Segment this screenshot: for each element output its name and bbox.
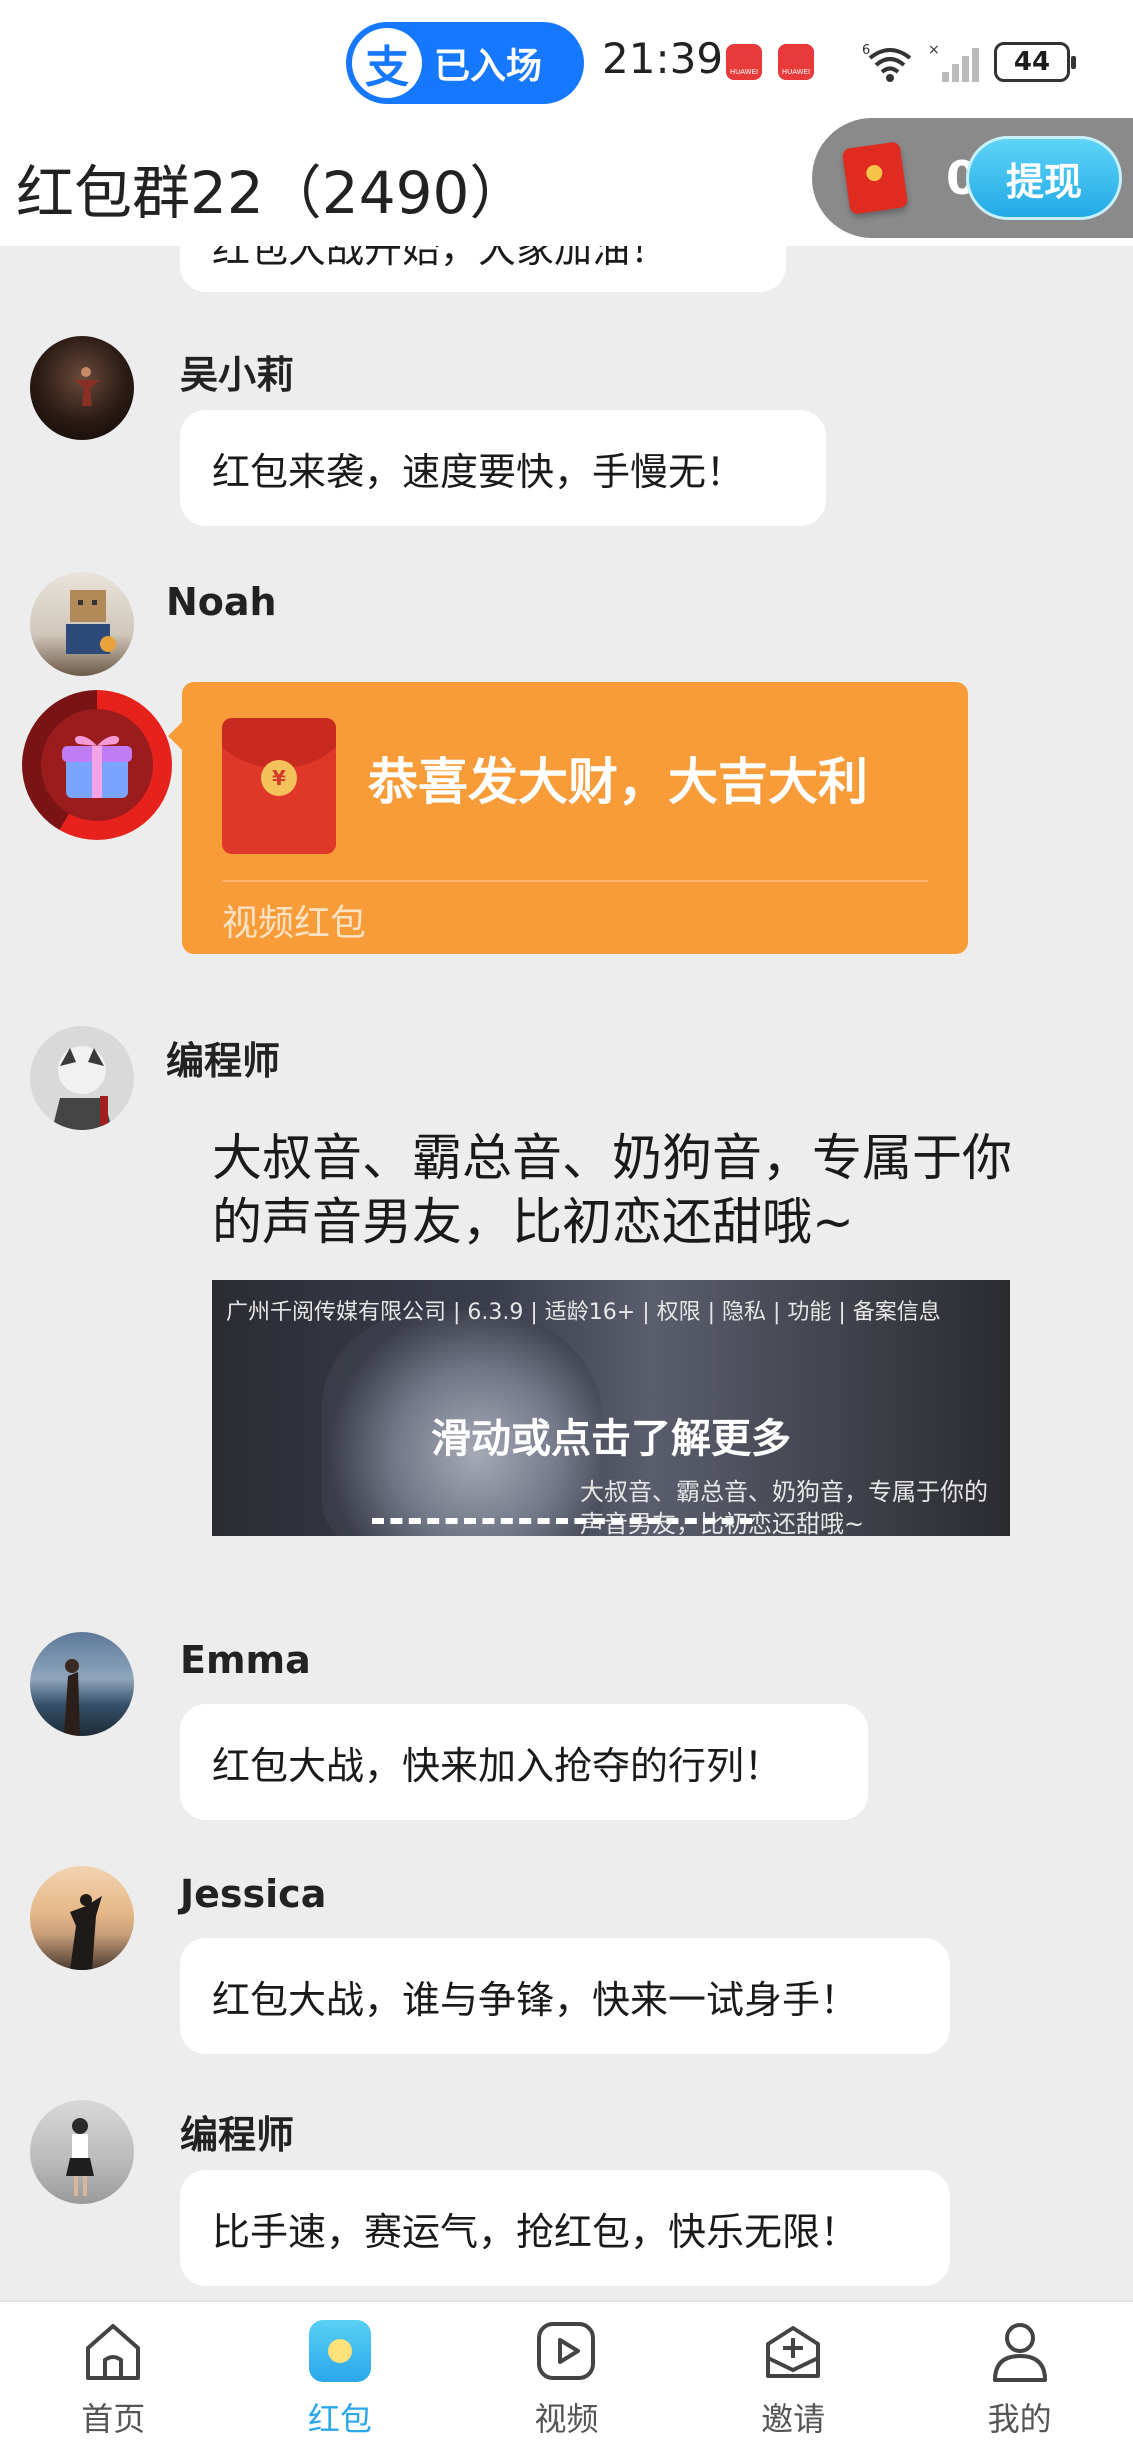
red-packet-type: 视频红包: [222, 903, 367, 944]
ad-cta[interactable]: 滑动或点击了解更多: [212, 1406, 1010, 1464]
avatar[interactable]: [30, 1866, 134, 1970]
chat-header: 红包群22（2490） 0 提现: [0, 118, 1133, 246]
system-icons: 6 × 44: [862, 38, 1076, 86]
sender-name: Noah: [166, 580, 277, 624]
sender-name: 吴小莉: [180, 353, 295, 397]
coin-icon: ¥: [261, 760, 297, 796]
message-bubble: 比手速，赛运气，抢红包，快乐无限！: [180, 2170, 950, 2286]
box-head-figure-icon: [66, 590, 116, 654]
sunset-silhouette-icon: [70, 1894, 102, 1970]
tab-label: 红包: [307, 2400, 372, 2438]
ad-headline[interactable]: 大叔音、霸总音、奶狗音，专属于你的声音男友，比初恋还甜哦~: [212, 1126, 1032, 1254]
red-packet-title: 恭喜发大财，大吉大利: [368, 753, 868, 811]
huawei-notification-icon: HUAWEI: [726, 44, 762, 80]
gift-box-avatar[interactable]: [22, 690, 172, 840]
red-packet-icon: [305, 2316, 375, 2386]
wallet-widget[interactable]: 0 提现: [812, 118, 1133, 238]
tab-invite[interactable]: 邀请: [680, 2302, 907, 2453]
message-text: 红包来袭，速度要快，手慢无！: [212, 449, 745, 494]
sender-name: 编程师: [180, 2113, 295, 2157]
tab-video[interactable]: 视频: [453, 2302, 680, 2453]
video-icon: [531, 2316, 601, 2386]
message-bubble: 红包来袭，速度要快，手慢无！: [180, 410, 826, 526]
sender-name: Emma: [180, 1638, 311, 1682]
tab-label: 我的: [987, 2400, 1052, 2438]
sender-name: 编程师: [166, 1039, 281, 1083]
home-icon: [78, 2316, 148, 2386]
swipe-indicator: [372, 1518, 752, 1524]
status-bar: 支 已入场 21:39 HUAWEI HUAWEI 6 × 44: [0, 0, 1133, 118]
huawei-notification-icon: HUAWEI: [778, 44, 814, 80]
svg-text:6: 6: [862, 43, 870, 58]
alipay-status-text: 已入场: [434, 46, 543, 87]
svg-text:×: ×: [928, 42, 940, 58]
message-text: 比手速，赛运气，抢红包，快乐无限！: [212, 2209, 859, 2254]
signal-icon: ×: [928, 42, 979, 82]
clock: 21:39: [602, 34, 724, 83]
bottom-tab-bar: 首页 红包 视频 邀请 我的: [0, 2300, 1133, 2453]
tab-home[interactable]: 首页: [0, 2302, 227, 2453]
group-title: 红包群22（2490）: [16, 159, 528, 227]
message-bubble: 红包大战，谁与争锋，快来一试身手！: [180, 1938, 950, 2054]
ad-publisher-info[interactable]: 广州千阅传媒有限公司 | 6.3.9 | 适龄16+ | 权限 | 隐私 | 功…: [226, 1294, 941, 1326]
gift-icon: [41, 709, 153, 821]
masked-character-icon: [52, 1046, 112, 1130]
person-figure-icon: [74, 367, 100, 406]
sender-name: Jessica: [180, 1872, 327, 1916]
tab-label: 首页: [81, 2400, 146, 2438]
withdraw-button[interactable]: 提现: [966, 136, 1122, 220]
chat-area[interactable]: 红包大战开始，大家加油！ 吴小莉 红包来袭，速度要快，手慢无！ Noah ¥ 恭…: [0, 0, 1133, 2300]
message-text: 红包大战，快来加入抢夺的行列！: [212, 1743, 783, 1788]
divider: [222, 880, 928, 882]
red-packet-card[interactable]: ¥ 恭喜发大财，大吉大利 视频红包: [168, 682, 968, 954]
red-envelope-icon: ¥: [222, 718, 336, 854]
tab-label: 邀请: [761, 2400, 826, 2438]
alipay-status-pill[interactable]: 支 已入场: [346, 22, 584, 104]
battery-icon: 44: [994, 42, 1076, 82]
ad-subtitle: 大叔音、霸总音、奶狗音，专属于你的声音男友，比初恋还甜哦~: [580, 1478, 988, 1536]
avatar[interactable]: [30, 2100, 134, 2204]
seaside-person-icon: [64, 1659, 80, 1736]
avatar[interactable]: [30, 1632, 134, 1736]
red-packet-wallet-icon: [841, 141, 909, 215]
standing-girl-icon: [66, 2118, 94, 2196]
message-text: 红包大战，谁与争锋，快来一试身手！: [212, 1977, 859, 2022]
ad-banner[interactable]: 广州千阅传媒有限公司 | 6.3.9 | 适龄16+ | 权限 | 隐私 | 功…: [212, 1280, 1010, 1536]
avatar[interactable]: [30, 336, 134, 440]
message-bubble: 红包大战，快来加入抢夺的行列！: [180, 1704, 868, 1820]
avatar[interactable]: [30, 572, 134, 676]
avatar[interactable]: [30, 1026, 134, 1130]
invite-icon: [758, 2316, 828, 2386]
tab-label: 视频: [534, 2400, 599, 2438]
tab-profile[interactable]: 我的: [906, 2302, 1133, 2453]
tab-red-packet[interactable]: 红包: [227, 2302, 454, 2453]
profile-icon: [985, 2316, 1055, 2386]
wifi-icon: 6: [862, 43, 912, 82]
alipay-logo-icon: 支: [352, 28, 422, 98]
